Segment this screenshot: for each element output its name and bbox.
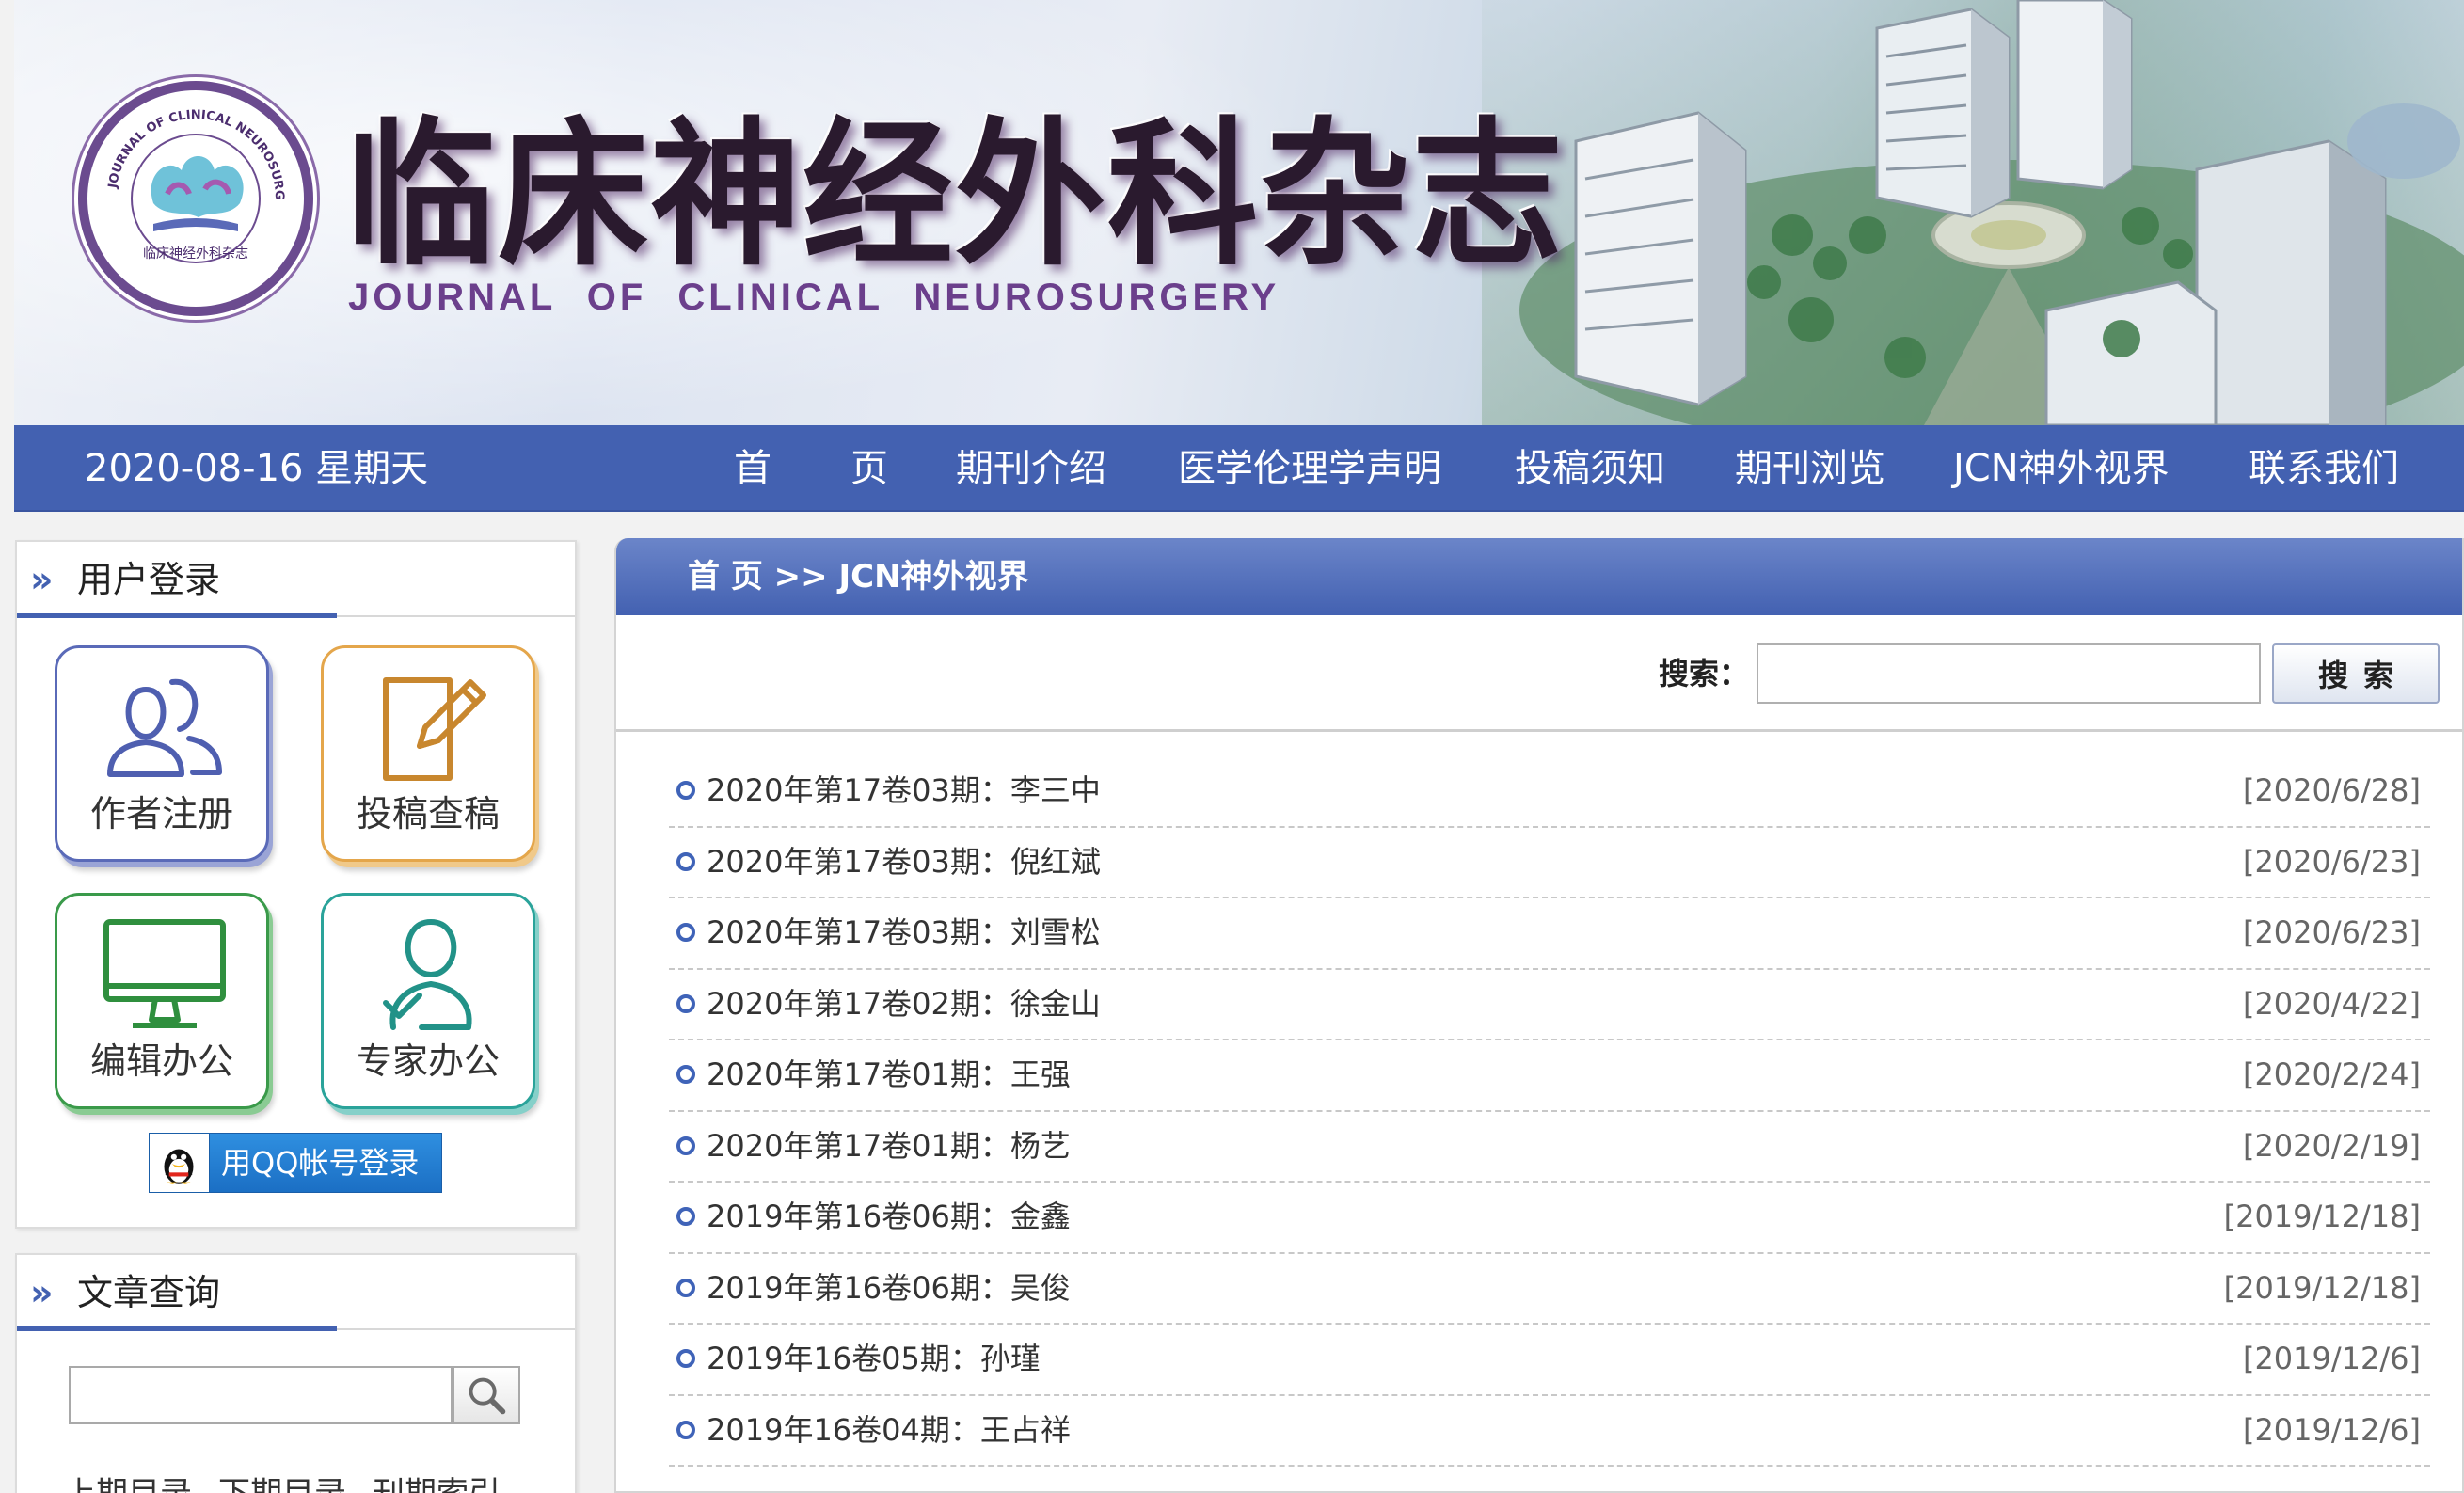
- main-content: 首 页 >> JCN神外视界 搜索： 搜索 2020年第17卷03期：李三中 […: [614, 538, 2464, 1493]
- article-row[interactable]: 2019年第16卷06期：金鑫 [2019/12/18]: [669, 1183, 2430, 1254]
- user-check-icon: [383, 919, 472, 1030]
- site-title-chinese: 临床神经外科杂志: [345, 101, 1566, 288]
- main-navigation: 2020-08-16 星期天 首 页 期刊介绍 医学伦理学声明 投稿须知 期刊浏…: [14, 425, 2464, 512]
- double-chevron-icon: »: [30, 1272, 53, 1313]
- submission-check-button[interactable]: 投稿查稿: [321, 645, 535, 862]
- nav-item-journal-browse[interactable]: 期刊浏览: [1735, 425, 1885, 512]
- breadcrumb: 首 页 >> JCN神外视界: [688, 558, 1029, 596]
- article-date: [2019/12/6]: [2242, 1341, 2421, 1376]
- article-date: [2020/2/24]: [2242, 1056, 2421, 1092]
- edit-document-icon: [383, 677, 486, 781]
- circle-bullet-icon: [676, 1136, 695, 1155]
- users-icon: [107, 678, 222, 777]
- article-row[interactable]: 2020年第17卷03期：李三中 [2020/6/28]: [669, 756, 2430, 828]
- article-row[interactable]: 2020年第17卷01期：王强 [2020/2/24]: [669, 1040, 2430, 1112]
- article-date: [2020/6/28]: [2242, 772, 2421, 808]
- qq-login-label: 用QQ帐号登录: [221, 1145, 420, 1181]
- article-title[interactable]: 2020年第17卷03期：倪红斌: [707, 828, 1101, 896]
- article-title[interactable]: 2020年第17卷01期：王强: [707, 1040, 1071, 1108]
- article-list: 2020年第17卷03期：李三中 [2020/6/28] 2020年第17卷03…: [669, 756, 2430, 1467]
- login-panel-header: » 用户登录: [17, 542, 575, 618]
- article-row[interactable]: 2020年第17卷01期：杨艺 [2020/2/19]: [669, 1112, 2430, 1183]
- nav-item-home-2[interactable]: 页: [850, 425, 888, 512]
- content-search-bar: 搜索： 搜索: [616, 615, 2462, 732]
- article-date: [2019/12/6]: [2242, 1411, 2421, 1448]
- circle-bullet-icon: [676, 851, 695, 871]
- article-row[interactable]: 2020年第17卷03期：倪红斌 [2020/6/23]: [669, 828, 2430, 898]
- nav-item-contact-us[interactable]: 联系我们: [2249, 425, 2399, 512]
- submission-check-label: 投稿查稿: [356, 793, 500, 834]
- logo-caption: 临床神经外科杂志: [143, 246, 248, 262]
- article-date: [2019/12/18]: [2223, 1269, 2421, 1306]
- content-search-button[interactable]: 搜索: [2272, 643, 2440, 704]
- hospital-campus-image: [1482, 0, 2464, 425]
- article-search-panel: » 文章查询 上期目录 下期目录 刊期索引: [15, 1253, 577, 1493]
- nav-item-home-1[interactable]: 首: [734, 425, 771, 512]
- main-header-bar: 首 页 >> JCN神外视界: [616, 538, 2462, 615]
- circle-bullet-icon: [676, 923, 695, 942]
- current-date: 2020-08-16 星期天: [85, 447, 429, 490]
- article-date: [2020/6/23]: [2242, 914, 2421, 950]
- article-row[interactable]: 2019年第16卷06期：吴俊 [2019/12/18]: [669, 1254, 2430, 1325]
- qq-penguin-icon: [164, 1149, 194, 1184]
- logo-emblem-icon: JOURNAL OF CLINICAL NEUROSURGERY 临床神经外科杂…: [82, 80, 286, 263]
- nav-item-journal-intro[interactable]: 期刊介绍: [956, 425, 1106, 512]
- double-chevron-icon: »: [30, 559, 53, 600]
- nav-item-submission-guide[interactable]: 投稿须知: [1515, 425, 1665, 512]
- circle-bullet-icon: [676, 1065, 695, 1084]
- search-label: 搜索：: [1659, 656, 1750, 691]
- expert-office-button[interactable]: 专家办公: [321, 893, 535, 1109]
- site-banner: JOURNAL OF CLINICAL NEUROSURGERY 临床神经外科杂…: [14, 0, 2464, 425]
- nav-item-ethics-statement[interactable]: 医学伦理学声明: [1178, 425, 1441, 512]
- article-title[interactable]: 2020年第17卷02期：徐金山: [707, 970, 1101, 1038]
- previous-issue-link[interactable]: 上期目录: [64, 1468, 192, 1493]
- author-register-label: 作者注册: [89, 793, 233, 834]
- login-panel-title: 用户登录: [77, 559, 221, 600]
- article-title[interactable]: 2019年16卷05期：孙瑾: [707, 1325, 1041, 1392]
- search-panel-header: » 文章查询: [17, 1255, 575, 1331]
- circle-bullet-icon: [676, 1420, 695, 1439]
- article-search-input[interactable]: [69, 1366, 453, 1424]
- issue-index-link[interactable]: 刊期索引: [373, 1468, 501, 1493]
- magnifier-icon: [469, 1377, 506, 1415]
- article-date: [2020/6/23]: [2242, 843, 2421, 880]
- qq-icon-container: [150, 1134, 210, 1192]
- article-title[interactable]: 2019年16卷04期：王占祥: [707, 1396, 1071, 1464]
- article-search-button[interactable]: [453, 1366, 520, 1424]
- site-title-english: JOURNAL OF CLINICAL NEUROSURGERY: [348, 277, 1280, 318]
- article-title[interactable]: 2020年第17卷03期：刘雪松: [707, 898, 1101, 966]
- article-row[interactable]: 2020年第17卷02期：徐金山 [2020/4/22]: [669, 970, 2430, 1040]
- article-date: [2020/4/22]: [2242, 985, 2421, 1022]
- circle-bullet-icon: [676, 1278, 695, 1297]
- content-search-input[interactable]: [1757, 643, 2261, 704]
- expert-office-label: 专家办公: [356, 1040, 500, 1082]
- article-row[interactable]: 2020年第17卷03期：刘雪松 [2020/6/23]: [669, 898, 2430, 970]
- article-row[interactable]: 2019年16卷04期：王占祥 [2019/12/6]: [669, 1396, 2430, 1467]
- circle-bullet-icon: [676, 781, 695, 800]
- panel-title-underline: [17, 613, 337, 618]
- qq-login-button[interactable]: 用QQ帐号登录: [149, 1133, 442, 1193]
- article-date: [2019/12/18]: [2223, 1199, 2421, 1234]
- circle-bullet-icon: [676, 1207, 695, 1226]
- article-date: [2020/2/19]: [2242, 1127, 2421, 1164]
- circle-bullet-icon: [676, 1349, 695, 1368]
- article-title[interactable]: 2020年第17卷01期：杨艺: [707, 1112, 1071, 1180]
- editor-office-label: 编辑办公: [89, 1040, 233, 1082]
- article-title[interactable]: 2019年第16卷06期：金鑫: [707, 1183, 1071, 1250]
- author-register-button[interactable]: 作者注册: [55, 645, 269, 862]
- nav-item-jcn-vision[interactable]: JCN神外视界: [1953, 425, 2170, 512]
- monitor-icon: [103, 919, 226, 1028]
- article-title[interactable]: 2019年第16卷06期：吴俊: [707, 1254, 1071, 1322]
- article-row[interactable]: 2019年16卷05期：孙瑾 [2019/12/6]: [669, 1325, 2430, 1396]
- user-login-panel: » 用户登录 作者注册 投稿查稿 编辑办公 专家办公 用QQ帐号登录: [15, 540, 577, 1229]
- editor-office-button[interactable]: 编辑办公: [55, 893, 269, 1109]
- journal-logo: JOURNAL OF CLINICAL NEUROSURGERY 临床神经外科杂…: [78, 80, 313, 316]
- circle-bullet-icon: [676, 993, 695, 1013]
- search-panel-title: 文章查询: [77, 1272, 221, 1313]
- next-issue-link[interactable]: 下期目录: [218, 1468, 346, 1493]
- article-title[interactable]: 2020年第17卷03期：李三中: [707, 756, 1101, 824]
- panel-title-underline: [17, 1326, 337, 1331]
